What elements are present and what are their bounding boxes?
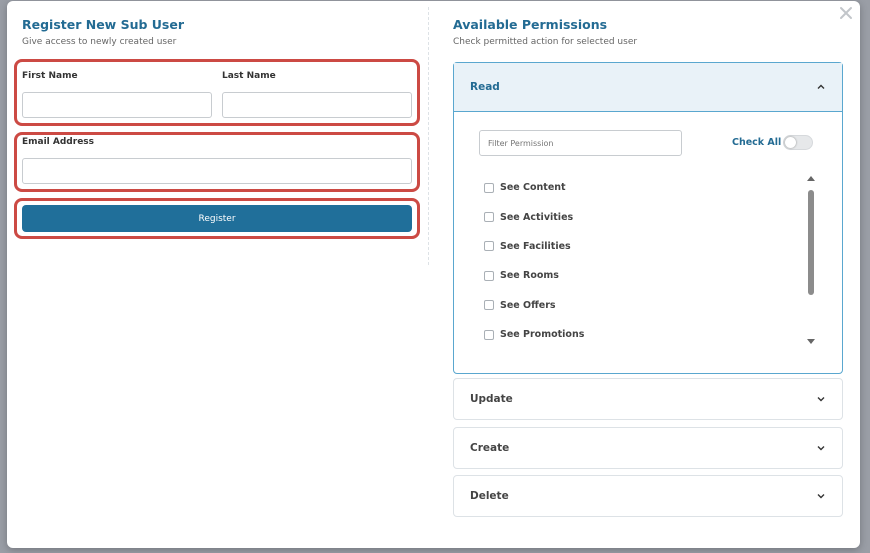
email-label: Email Address [22,137,95,147]
list-item: See Rooms [484,261,784,290]
list-item: See Facilities [484,232,784,261]
register-subtitle: Give access to newly created user [22,37,177,47]
checkbox[interactable] [484,212,494,223]
register-button[interactable]: Register [22,205,412,232]
panel-divider [428,7,429,265]
permission-label: See Facilities [500,240,571,252]
list-item: See Offers [484,291,784,320]
permissions-subtitle: Check permitted action for selected user [453,37,638,47]
first-name-label: First Name [22,71,78,81]
list-item: See Promotions [484,320,784,349]
close-icon[interactable] [838,5,854,21]
permission-list: See Content See Activities See Facilitie… [484,173,784,349]
check-all-toggle[interactable] [783,135,813,150]
accordion-create-header[interactable]: Create [454,428,842,468]
permissions-title: Available Permissions [453,17,608,32]
register-sub-user-modal: Register New Sub User Give access to new… [7,1,860,548]
checkbox[interactable] [484,241,494,252]
last-name-label: Last Name [222,71,276,81]
chevron-down-icon [817,446,825,451]
last-name-input[interactable] [222,92,412,118]
checkbox[interactable] [484,270,494,281]
accordion-update-label: Update [470,393,513,405]
accordion-read-label: Read [470,81,500,93]
first-name-input[interactable] [22,92,212,118]
permission-label: See Promotions [500,329,585,341]
accordion-create: Create [453,427,843,469]
accordion-create-label: Create [470,442,510,454]
register-title: Register New Sub User [22,17,185,32]
accordion-read-header[interactable]: Read [454,63,842,112]
checkbox[interactable] [484,329,494,340]
chevron-down-icon [817,397,825,402]
accordion-delete-header[interactable]: Delete [454,476,842,516]
permission-label: See Offers [500,299,556,311]
permission-label: See Rooms [500,270,559,282]
filter-permission-input[interactable] [479,130,682,156]
accordion-update-header[interactable]: Update [454,379,842,419]
checkbox[interactable] [484,300,494,311]
accordion-update: Update [453,378,843,420]
chevron-down-icon [817,494,825,499]
chevron-up-icon [817,84,825,89]
scrollbar-thumb[interactable] [808,190,814,295]
toggle-knob [785,137,796,148]
permission-label: See Activities [500,211,574,223]
accordion-delete: Delete [453,475,843,517]
accordion-read: Read Check All See Content See Activitie… [453,62,843,374]
permission-list-scrollbar[interactable] [806,174,816,346]
check-all-label: Check All [732,137,782,148]
list-item: See Content [484,173,784,202]
email-input[interactable] [22,158,412,184]
scroll-up-arrow-icon[interactable] [807,176,815,181]
accordion-delete-label: Delete [470,490,509,502]
scroll-down-arrow-icon[interactable] [807,339,815,344]
permission-label: See Content [500,182,566,194]
checkbox[interactable] [484,182,494,193]
list-item: See Activities [484,202,784,231]
